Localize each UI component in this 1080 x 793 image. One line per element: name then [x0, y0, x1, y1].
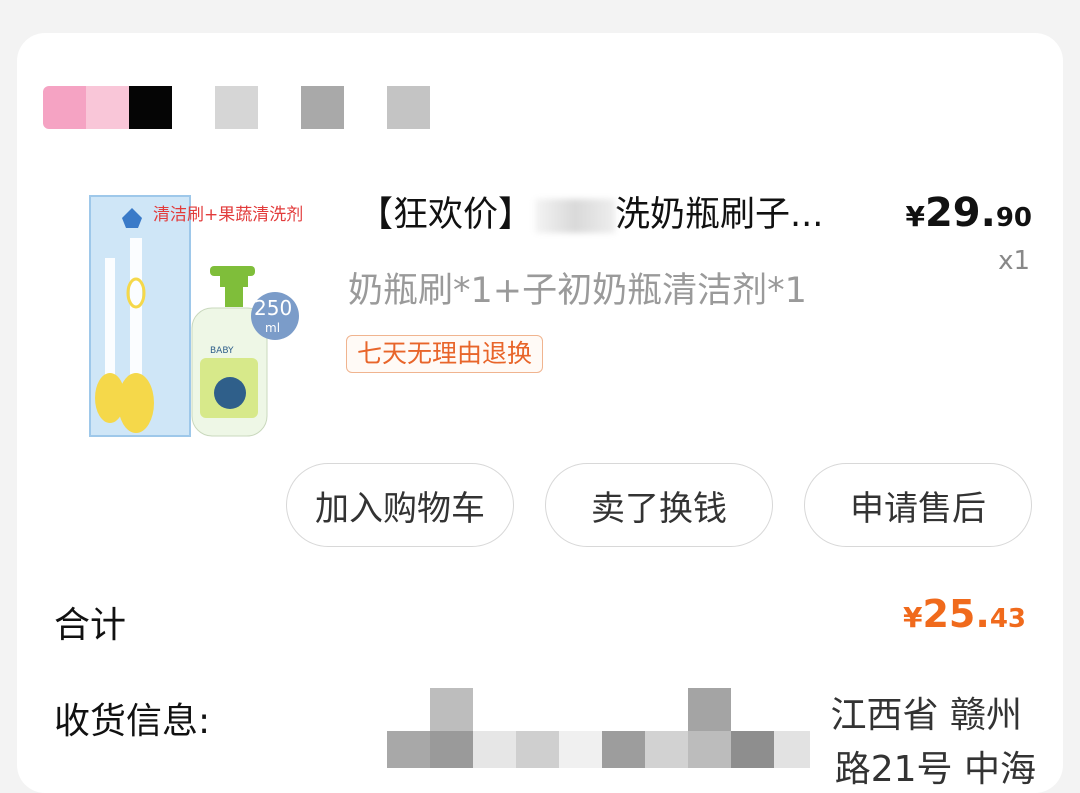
add-to-cart-button[interactable]: 加入购物车: [286, 463, 514, 547]
banner-text: 清洁刷+果蔬清洗剂: [153, 205, 303, 225]
volume-unit: ml: [265, 321, 280, 335]
bottle-label: BABY: [210, 346, 234, 356]
total-integer: 25.: [922, 592, 990, 636]
after-sales-button[interactable]: 申请售后: [804, 463, 1032, 547]
volume-text: 250: [254, 296, 292, 320]
price-currency: ¥: [905, 200, 925, 233]
address-line-2: 路21号 中海: [834, 749, 1036, 790]
title-prefix: 【狂欢价】: [358, 195, 534, 235]
product-image[interactable]: 清洁刷+果蔬清洗剂 250 ml BABY: [60, 178, 310, 443]
price-decimal: 90: [995, 203, 1032, 233]
product-spec: 奶瓶刷*1+子初奶瓶清洁剂*1: [348, 271, 807, 311]
title-rest: 洗奶瓶刷子...: [615, 195, 824, 235]
price-integer: 29.: [924, 190, 996, 236]
total-label: 合计: [54, 605, 127, 646]
unit-price: ¥29.90: [905, 190, 1032, 236]
address-line-1: 江西省 赣州: [830, 695, 1022, 736]
title-censored: [535, 199, 616, 233]
total-price: ¥25.43: [903, 592, 1026, 636]
shipping-label: 收货信息:: [54, 701, 211, 742]
resell-button[interactable]: 卖了换钱: [545, 463, 773, 547]
product-title[interactable]: 【狂欢价】 洗奶瓶刷子...: [358, 192, 878, 238]
total-currency: ¥: [903, 601, 923, 634]
total-decimal: 43: [989, 604, 1026, 634]
quantity: x1: [998, 246, 1030, 276]
return-policy-badge: 七天无理由退换: [346, 335, 544, 373]
